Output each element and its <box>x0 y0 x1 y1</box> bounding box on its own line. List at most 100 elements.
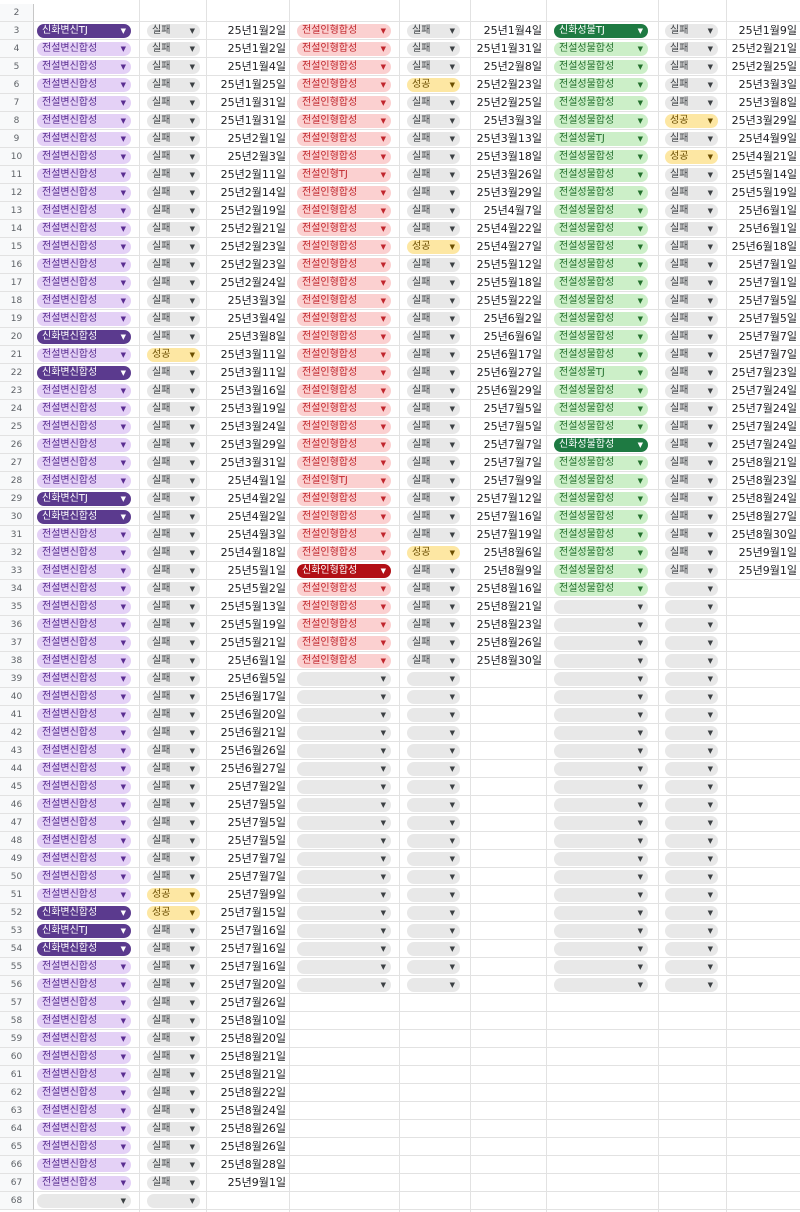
dropdown-chip-g[interactable]: ▼ <box>554 978 648 992</box>
dropdown-arrow-icon[interactable]: ▼ <box>381 348 386 362</box>
dropdown-chip-g[interactable]: 전설성물TJ ▼ <box>554 132 648 146</box>
dropdown-arrow-icon[interactable]: ▼ <box>708 312 713 326</box>
dropdown-chip-g[interactable]: 전설성물합성 ▼ <box>554 150 648 164</box>
dropdown-arrow-icon[interactable]: ▼ <box>381 420 386 434</box>
row-header[interactable]: 19 <box>0 310 34 328</box>
dropdown-chip-d[interactable]: ▼ <box>297 816 391 830</box>
dropdown-arrow-icon[interactable]: ▼ <box>381 258 386 272</box>
dropdown-chip-d[interactable]: 전설인형합성 ▼ <box>297 24 391 38</box>
dropdown-arrow-icon[interactable]: ▼ <box>190 366 195 380</box>
dropdown-arrow-icon[interactable]: ▼ <box>190 438 195 452</box>
date-cell-c[interactable]: 25년3월4일 <box>228 310 286 328</box>
dropdown-arrow-icon[interactable]: ▼ <box>450 312 455 326</box>
dropdown-arrow-icon[interactable]: ▼ <box>638 60 643 74</box>
dropdown-chip-e[interactable]: 실패 ▼ <box>407 204 460 218</box>
dropdown-arrow-icon[interactable]: ▼ <box>121 744 126 758</box>
dropdown-arrow-icon[interactable]: ▼ <box>121 1104 126 1118</box>
date-cell-f[interactable]: 25년8월9일 <box>484 562 542 580</box>
dropdown-arrow-icon[interactable]: ▼ <box>638 420 643 434</box>
dropdown-arrow-icon[interactable]: ▼ <box>381 276 386 290</box>
dropdown-arrow-icon[interactable]: ▼ <box>121 726 126 740</box>
dropdown-arrow-icon[interactable]: ▼ <box>190 24 195 38</box>
dropdown-chip-h[interactable]: 실패 ▼ <box>665 222 718 236</box>
dropdown-chip-b[interactable]: 실패 ▼ <box>147 186 200 200</box>
dropdown-chip-b[interactable]: 실패 ▼ <box>147 672 200 686</box>
dropdown-chip-a[interactable]: 전설변신합성 ▼ <box>37 1032 131 1046</box>
date-cell-i[interactable]: 25년8월21일 <box>732 454 797 472</box>
dropdown-chip-h[interactable]: 실패 ▼ <box>665 330 718 344</box>
dropdown-arrow-icon[interactable]: ▼ <box>190 1032 195 1046</box>
dropdown-arrow-icon[interactable]: ▼ <box>190 906 195 920</box>
dropdown-arrow-icon[interactable]: ▼ <box>381 42 386 56</box>
dropdown-arrow-icon[interactable]: ▼ <box>708 906 713 920</box>
dropdown-chip-e[interactable]: ▼ <box>407 726 460 740</box>
row-header[interactable]: 7 <box>0 94 34 112</box>
dropdown-arrow-icon[interactable]: ▼ <box>638 276 643 290</box>
date-cell-c[interactable]: 25년2월24일 <box>221 274 286 292</box>
date-cell-i[interactable]: 25년4월21일 <box>732 148 797 166</box>
row-header[interactable]: 48 <box>0 832 34 850</box>
date-cell-c[interactable]: 25년6월27일 <box>221 760 286 778</box>
dropdown-chip-b[interactable]: 성공 ▼ <box>147 888 200 902</box>
dropdown-arrow-icon[interactable]: ▼ <box>121 1158 126 1172</box>
dropdown-chip-h[interactable]: ▼ <box>665 636 718 650</box>
dropdown-arrow-icon[interactable]: ▼ <box>190 294 195 308</box>
row-header[interactable]: 43 <box>0 742 34 760</box>
dropdown-chip-h[interactable]: ▼ <box>665 744 718 758</box>
dropdown-chip-a[interactable]: 전설변신합성 ▼ <box>37 1086 131 1100</box>
dropdown-chip-g[interactable]: 전설성물합성 ▼ <box>554 402 648 416</box>
date-cell-f[interactable]: 25년3월18일 <box>477 148 542 166</box>
date-cell-f[interactable]: 25년1월31일 <box>477 40 542 58</box>
dropdown-arrow-icon[interactable]: ▼ <box>190 222 195 236</box>
dropdown-arrow-icon[interactable]: ▼ <box>450 582 455 596</box>
dropdown-chip-g[interactable]: ▼ <box>554 888 648 902</box>
dropdown-arrow-icon[interactable]: ▼ <box>450 420 455 434</box>
dropdown-arrow-icon[interactable]: ▼ <box>190 240 195 254</box>
date-cell-f[interactable]: 25년6월17일 <box>477 346 542 364</box>
dropdown-chip-g[interactable]: ▼ <box>554 924 648 938</box>
dropdown-chip-g[interactable]: ▼ <box>554 762 648 776</box>
dropdown-arrow-icon[interactable]: ▼ <box>450 744 455 758</box>
dropdown-chip-b[interactable]: 실패 ▼ <box>147 978 200 992</box>
dropdown-chip-b[interactable]: 실패 ▼ <box>147 834 200 848</box>
dropdown-chip-b[interactable]: 실패 ▼ <box>147 708 200 722</box>
dropdown-arrow-icon[interactable]: ▼ <box>381 60 386 74</box>
date-cell-i[interactable]: 25년3월8일 <box>739 94 797 112</box>
dropdown-chip-e[interactable]: 실패 ▼ <box>407 600 460 614</box>
date-cell-c[interactable]: 25년7월26일 <box>221 994 286 1012</box>
dropdown-arrow-icon[interactable]: ▼ <box>638 348 643 362</box>
dropdown-arrow-icon[interactable]: ▼ <box>638 708 643 722</box>
date-cell-c[interactable]: 25년1월2일 <box>228 22 286 40</box>
dropdown-arrow-icon[interactable]: ▼ <box>638 870 643 884</box>
row-header[interactable]: 64 <box>0 1120 34 1138</box>
date-cell-i[interactable]: 25년7월24일 <box>732 382 797 400</box>
dropdown-chip-d[interactable]: 전설인형합성 ▼ <box>297 60 391 74</box>
dropdown-chip-e[interactable]: 실패 ▼ <box>407 456 460 470</box>
dropdown-arrow-icon[interactable]: ▼ <box>381 114 386 128</box>
dropdown-chip-h[interactable]: 실패 ▼ <box>665 42 718 56</box>
dropdown-chip-h[interactable]: 실패 ▼ <box>665 204 718 218</box>
dropdown-arrow-icon[interactable]: ▼ <box>708 60 713 74</box>
dropdown-chip-a[interactable]: 신화변신합성 ▼ <box>37 330 131 344</box>
dropdown-arrow-icon[interactable]: ▼ <box>190 690 195 704</box>
date-cell-f[interactable]: 25년2월25일 <box>477 94 542 112</box>
dropdown-chip-g[interactable]: 전설성물합성 ▼ <box>554 42 648 56</box>
row-header[interactable]: 26 <box>0 436 34 454</box>
dropdown-arrow-icon[interactable]: ▼ <box>190 168 195 182</box>
date-cell-i[interactable]: 25년2월21일 <box>732 40 797 58</box>
dropdown-chip-g[interactable]: ▼ <box>554 708 648 722</box>
dropdown-arrow-icon[interactable]: ▼ <box>450 600 455 614</box>
dropdown-chip-h[interactable]: 실패 ▼ <box>665 564 718 578</box>
dropdown-arrow-icon[interactable]: ▼ <box>708 384 713 398</box>
dropdown-chip-d[interactable]: 전설인형합성 ▼ <box>297 384 391 398</box>
dropdown-arrow-icon[interactable]: ▼ <box>190 888 195 902</box>
dropdown-arrow-icon[interactable]: ▼ <box>708 168 713 182</box>
dropdown-chip-b[interactable]: 실패 ▼ <box>147 294 200 308</box>
dropdown-arrow-icon[interactable]: ▼ <box>708 42 713 56</box>
dropdown-chip-d[interactable]: 전설인형TJ ▼ <box>297 168 391 182</box>
dropdown-arrow-icon[interactable]: ▼ <box>450 186 455 200</box>
date-cell-c[interactable]: 25년8월21일 <box>221 1066 286 1084</box>
date-cell-f[interactable]: 25년8월23일 <box>477 616 542 634</box>
dropdown-arrow-icon[interactable]: ▼ <box>190 582 195 596</box>
dropdown-arrow-icon[interactable]: ▼ <box>381 204 386 218</box>
